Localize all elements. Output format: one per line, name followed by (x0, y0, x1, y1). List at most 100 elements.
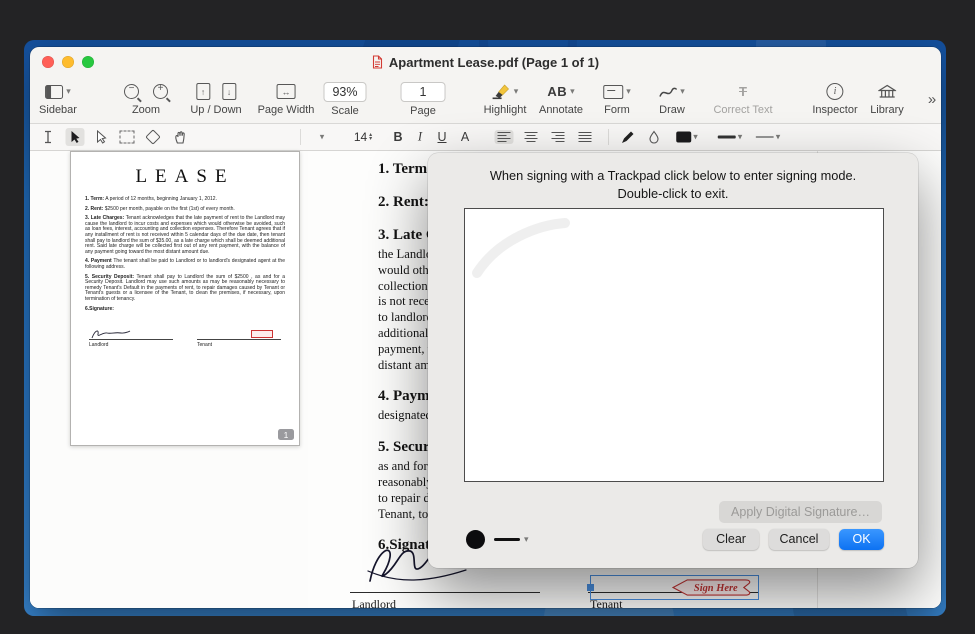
main-toolbar: ▾ Sidebar − + Zoom ↑ ↓ Up / Down (30, 77, 941, 124)
scale-field[interactable]: 93% (323, 82, 366, 102)
cancel-button[interactable]: Cancel (769, 529, 829, 550)
sign-here-ribbon: Sign Here (668, 578, 756, 597)
align-center-button[interactable] (522, 130, 541, 144)
chevron-down-icon: ▾ (514, 87, 519, 96)
thumbnails-sidebar: LEASE 1. Term: A period of 12 months, be… (30, 151, 309, 608)
stepper-arrows-icon: ▴▾ (369, 133, 372, 141)
zoom-in-icon[interactable]: + (153, 84, 168, 99)
stroke-width-dropdown[interactable]: ▾ (715, 131, 746, 144)
page-up-icon[interactable]: ↑ (196, 83, 210, 100)
ink-droplet-icon (647, 130, 661, 144)
annotate-button[interactable]: AB▾ Annotate (539, 82, 583, 116)
chevron-down-icon: ▾ (320, 133, 325, 142)
thumbnail-signature-row: Landlord Tenant (85, 320, 285, 348)
page-number-field[interactable]: 1 (401, 82, 446, 102)
underline-button[interactable]: U (434, 128, 449, 146)
italic-button[interactable]: I (415, 128, 425, 147)
signature-canvas[interactable] (464, 208, 884, 482)
text-cursor-icon (42, 130, 54, 144)
pointer-outline-icon (95, 130, 108, 144)
dashed-selection-icon (120, 131, 135, 144)
apply-digital-signature-button[interactable]: Apply Digital Signature… (719, 501, 882, 523)
library-button[interactable]: Library (870, 82, 904, 116)
align-left-button[interactable] (495, 130, 514, 144)
page-down-icon[interactable]: ↓ (222, 83, 236, 100)
toolbar-overflow-button[interactable]: » (928, 91, 936, 108)
trackpad-signing-dialog: When signing with a Trackpad click below… (428, 153, 918, 568)
pen-icon (621, 130, 635, 144)
pen-tool-button[interactable] (618, 128, 638, 146)
annotation-select-tool-button[interactable] (92, 128, 111, 146)
page-width-button[interactable]: ↔ Page Width (258, 82, 315, 116)
zoom-out-icon[interactable]: − (124, 84, 139, 99)
sidebar-toggle-button[interactable]: ▾ Sidebar (39, 82, 77, 116)
thumbnail-paragraph: 2. Rent: $2500 per month, payable on the… (85, 207, 285, 213)
correct-text-icon: T (739, 84, 747, 99)
color-well-icon (676, 132, 691, 143)
highlighter-icon (492, 83, 511, 100)
text-color-button[interactable]: A (458, 128, 472, 146)
align-center-icon (525, 132, 538, 142)
desktop-wallpaper: Apartment Lease.pdf (Page 1 of 1) ▾ Side… (24, 40, 946, 616)
font-dropdown[interactable]: ▾ (317, 131, 328, 144)
highlight-button[interactable]: ▾ Highlight (484, 82, 527, 116)
color-well-dropdown[interactable]: ▾ (673, 130, 701, 145)
selection-handle[interactable] (587, 584, 594, 591)
eraser-tool-button[interactable] (145, 130, 162, 145)
draw-button[interactable]: ▾ Draw (659, 82, 685, 116)
correct-text-button[interactable]: T Correct Text (713, 82, 772, 116)
svg-text:Sign Here: Sign Here (694, 583, 738, 594)
align-left-icon (498, 132, 511, 142)
page-number-control: 1 Page (401, 82, 446, 117)
form-field-icon (603, 85, 623, 99)
chevron-down-icon: ▾ (776, 133, 781, 142)
app-window: Apartment Lease.pdf (Page 1 of 1) ▾ Side… (30, 47, 941, 608)
thumbnail-page-badge: 1 (278, 429, 294, 440)
landlord-label: Landlord (352, 597, 396, 608)
annotation-format-bar: ▾ 14 ▴▾ B I U A (30, 124, 941, 151)
ink-color-swatch[interactable] (466, 530, 485, 549)
thumbnail-paragraph: 1. Term: A period of 12 months, beginnin… (85, 197, 285, 203)
line-style-dropdown[interactable]: ▾ (753, 131, 784, 144)
info-circle-icon: i (827, 83, 844, 100)
text-tool-button[interactable] (39, 128, 57, 146)
chevron-down-icon: ▾ (738, 133, 743, 142)
thumbnail-lease-title: LEASE (85, 166, 285, 188)
align-justify-button[interactable] (576, 130, 595, 144)
dialog-instructions: When signing with a Trackpad click below… (428, 167, 918, 203)
sign-here-field[interactable]: Sign Here (590, 575, 759, 600)
stroke-width-dropdown[interactable]: ▾ (494, 530, 529, 549)
line-weight-icon (718, 136, 736, 139)
chevron-down-icon: ▾ (693, 133, 698, 142)
select-tool-button[interactable] (66, 128, 85, 146)
chevron-down-icon: ▾ (680, 87, 685, 96)
zoom-controls[interactable]: − + Zoom (124, 82, 168, 116)
eraser-icon (145, 129, 161, 145)
thumbnail-paragraph: 4. Payment The tenant shall be paid to L… (85, 259, 285, 270)
page-up-down-buttons[interactable]: ↑ ↓ Up / Down (190, 82, 241, 116)
overflow-chevrons-icon: » (928, 91, 936, 108)
fill-tool-button[interactable] (644, 128, 664, 146)
chevron-down-icon: ▾ (66, 87, 71, 96)
hand-icon (173, 130, 187, 145)
pdf-document-icon (372, 55, 383, 69)
hand-tool-button[interactable] (170, 128, 190, 147)
thumbnail-paragraph: 6.Signature: (85, 307, 285, 313)
clear-button[interactable]: Clear (703, 529, 759, 550)
library-building-icon (878, 84, 896, 99)
draw-curve-icon (659, 85, 677, 99)
line-style-icon (756, 136, 774, 137)
thumbnail-paragraph: 3. Late Charges: Tenant acknowledges tha… (85, 216, 285, 255)
canvas-smudge (469, 213, 589, 283)
chevron-down-icon: ▾ (524, 535, 529, 544)
align-right-button[interactable] (549, 130, 568, 144)
font-size-stepper[interactable]: 14 ▴▾ (351, 128, 375, 146)
marquee-select-tool-button[interactable] (117, 129, 138, 146)
ok-button[interactable]: OK (839, 529, 884, 550)
inspector-button[interactable]: i Inspector (812, 82, 857, 116)
page-thumbnail[interactable]: LEASE 1. Term: A period of 12 months, be… (70, 151, 300, 446)
chevron-down-icon: ▾ (626, 87, 631, 96)
form-button[interactable]: ▾ Form (603, 82, 631, 116)
bold-button[interactable]: B (390, 128, 405, 146)
divider (608, 129, 609, 145)
